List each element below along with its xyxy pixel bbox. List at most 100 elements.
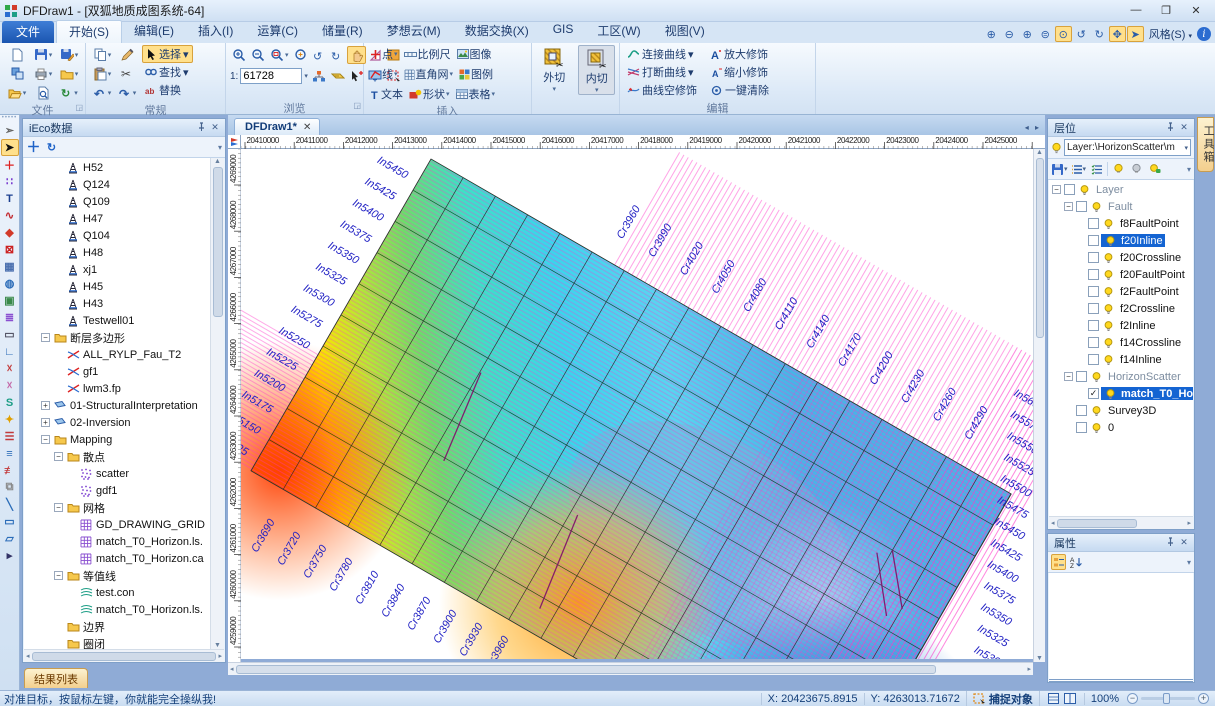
data-tree-item[interactable]: −网格 (24, 499, 210, 516)
enlarge-decor-button[interactable]: A放大修饰 (708, 45, 772, 63)
menu-tab[interactable]: 运算(C) (245, 20, 310, 43)
layer-tree-item[interactable]: f14Inline (1049, 351, 1193, 368)
layer-tree-item[interactable]: −Fault (1049, 198, 1193, 215)
print-icon[interactable]: ▾ (32, 67, 55, 81)
zoom-in-icon[interactable]: ⊕ (983, 26, 1000, 42)
menu-tab[interactable]: 编辑(E) (122, 20, 186, 43)
save-icon[interactable]: ▾ (32, 47, 55, 62)
nodes-icon[interactable] (310, 69, 328, 84)
close-icon[interactable]: ✕ (1177, 537, 1191, 548)
insert-line-button[interactable]: 线▾ (368, 65, 400, 83)
toolbar-overflow-icon[interactable]: ▾ (1187, 165, 1191, 174)
select-button[interactable]: 选择▾ (142, 45, 193, 63)
folder-icon[interactable]: ▾ (58, 67, 81, 81)
cursor-plus-icon[interactable] (348, 69, 365, 84)
zoom-window-icon[interactable]: ▾ (268, 46, 291, 64)
insert-scalebar-button[interactable]: 比例尺 (402, 45, 453, 63)
insert-image-button[interactable]: 图像 (455, 45, 494, 63)
layer-visibility-checkbox[interactable] (1088, 354, 1099, 365)
data-tree-item[interactable]: −Mapping (24, 431, 210, 448)
shrink-decor-button[interactable]: A缩小修饰 (708, 63, 772, 81)
image-tool[interactable]: ▣ (1, 292, 19, 309)
layer-tree-item[interactable]: f2FaultPoint (1049, 283, 1193, 300)
layer-visibility-checkbox[interactable] (1076, 201, 1087, 212)
zoom-prev-icon[interactable] (292, 46, 310, 64)
categorized-view-button[interactable] (1051, 554, 1066, 570)
redo-icon[interactable]: ↷▾ (117, 86, 139, 100)
menu-tab[interactable]: 开始(S) (56, 20, 122, 43)
globe-tool[interactable]: ◍ (1, 275, 19, 292)
menu-tab[interactable]: 数据交换(X) (453, 20, 541, 43)
menu-tab[interactable]: 工区(W) (585, 20, 652, 43)
break-curve-button[interactable]: 打断曲线▾ (624, 63, 700, 81)
connect-tool[interactable]: S (1, 394, 19, 411)
layer-tree-item[interactable]: f20Inline (1049, 232, 1193, 249)
zoom-out-icon[interactable]: − (1127, 693, 1138, 704)
toolbox-tab[interactable]: 工具箱 (1197, 117, 1214, 172)
tree-expander-icon[interactable]: − (54, 452, 63, 461)
data-tree-item[interactable]: H43 (24, 295, 210, 312)
layer-visibility-checkbox[interactable] (1088, 337, 1099, 348)
lines-strike-tool[interactable]: ≢ (1, 462, 19, 479)
tab-scroll-arrows[interactable]: ◂ ▸ (1021, 123, 1045, 135)
point-tool[interactable]: ＋ (1, 156, 19, 173)
data-tree-item[interactable]: Q104 (24, 227, 210, 244)
layer-tree-item[interactable]: f20Crossline (1049, 249, 1193, 266)
menu-tab[interactable]: 梦想云(M) (375, 20, 453, 43)
pointer-tool[interactable]: ➢ (1, 122, 19, 139)
layer-visibility-checkbox[interactable] (1088, 303, 1099, 314)
data-tree-item[interactable]: Testwell01 (24, 312, 210, 329)
menu-tab[interactable]: GIS (541, 20, 586, 43)
layer-visibility-checkbox[interactable]: ✓ (1088, 388, 1099, 399)
document-tab[interactable]: DFDraw1*✕ (234, 118, 320, 135)
close-button[interactable]: ✕ (1181, 4, 1211, 17)
layer-tree-hscrollbar[interactable]: ◂▸ (1049, 516, 1193, 529)
layer-tree-item[interactable]: f8FaultPoint (1049, 215, 1193, 232)
zoom-in-icon[interactable] (230, 46, 248, 64)
data-tree-item[interactable]: gdf1 (24, 482, 210, 499)
window-icon[interactable] (9, 66, 26, 81)
sync-icon[interactable]: ↻▾ (58, 85, 80, 100)
info-icon[interactable]: i (1197, 27, 1211, 41)
insert-shape-button[interactable]: 形状▾ (407, 85, 452, 103)
layer-tree-item[interactable]: f2Inline (1049, 317, 1193, 334)
curve-hollow-decor-button[interactable]: 曲线空修饰 (624, 81, 700, 99)
pan-hand-icon[interactable] (347, 46, 366, 64)
dialog-launcher-icon[interactable]: ◲ (353, 101, 361, 110)
layer-visibility-checkbox[interactable] (1064, 184, 1075, 195)
data-tree-item[interactable]: −断层多边形 (24, 329, 210, 346)
fault-cross2-tool[interactable]: ☓ (1, 377, 19, 394)
data-tree-item[interactable]: −等值线 (24, 567, 210, 584)
hatch-tool[interactable]: ≣ (1, 309, 19, 326)
grid-tool[interactable]: ▦ (1, 258, 19, 275)
data-tree-item[interactable]: 圈闭 (24, 635, 210, 649)
data-tree-item[interactable]: H48 (24, 244, 210, 261)
data-tree-item[interactable]: gf1 (24, 363, 210, 380)
data-tree-item[interactable]: H45 (24, 278, 210, 295)
fit-vertical-icon[interactable]: ⊙ (1055, 26, 1072, 42)
tree-expander-icon[interactable]: − (1064, 372, 1073, 381)
toolbar-overflow-icon[interactable]: ▾ (1187, 558, 1191, 567)
layer-visibility-checkbox[interactable] (1076, 405, 1087, 416)
pin-icon[interactable] (1163, 537, 1177, 549)
rect-tool[interactable]: ▭ (1, 513, 19, 530)
rotate-left-icon[interactable]: ↺ (1073, 26, 1090, 42)
layer-visibility-checkbox[interactable] (1076, 422, 1087, 433)
add-data-button[interactable]: ＋ (26, 139, 41, 155)
data-tree-item[interactable]: match_T0_Horizon.ca (24, 550, 210, 567)
close-icon[interactable]: ✕ (208, 122, 222, 133)
tree-expander-icon[interactable]: − (41, 435, 50, 444)
data-tree-item[interactable]: H47 (24, 210, 210, 227)
canvas-hscrollbar[interactable]: ◂▸ (228, 662, 1033, 675)
rotate-right-icon[interactable]: ↻ (1091, 26, 1108, 42)
layer-tree-item[interactable]: −HorizonScatter (1049, 368, 1193, 385)
erase-tool[interactable]: ⊠ (1, 241, 19, 258)
layer-tree-item[interactable]: Survey3D (1049, 402, 1193, 419)
shape-tool[interactable]: ◆ (1, 224, 19, 241)
result-list-tab[interactable]: 结果列表 (24, 668, 88, 688)
scatter-tool[interactable]: ∷ (1, 173, 19, 190)
tree-expander-icon[interactable]: − (54, 503, 63, 512)
menu-file[interactable]: 文件 (2, 21, 54, 43)
data-tree-item[interactable]: Q109 (24, 193, 210, 210)
zoom-out-icon[interactable]: ⊖ (1001, 26, 1018, 42)
